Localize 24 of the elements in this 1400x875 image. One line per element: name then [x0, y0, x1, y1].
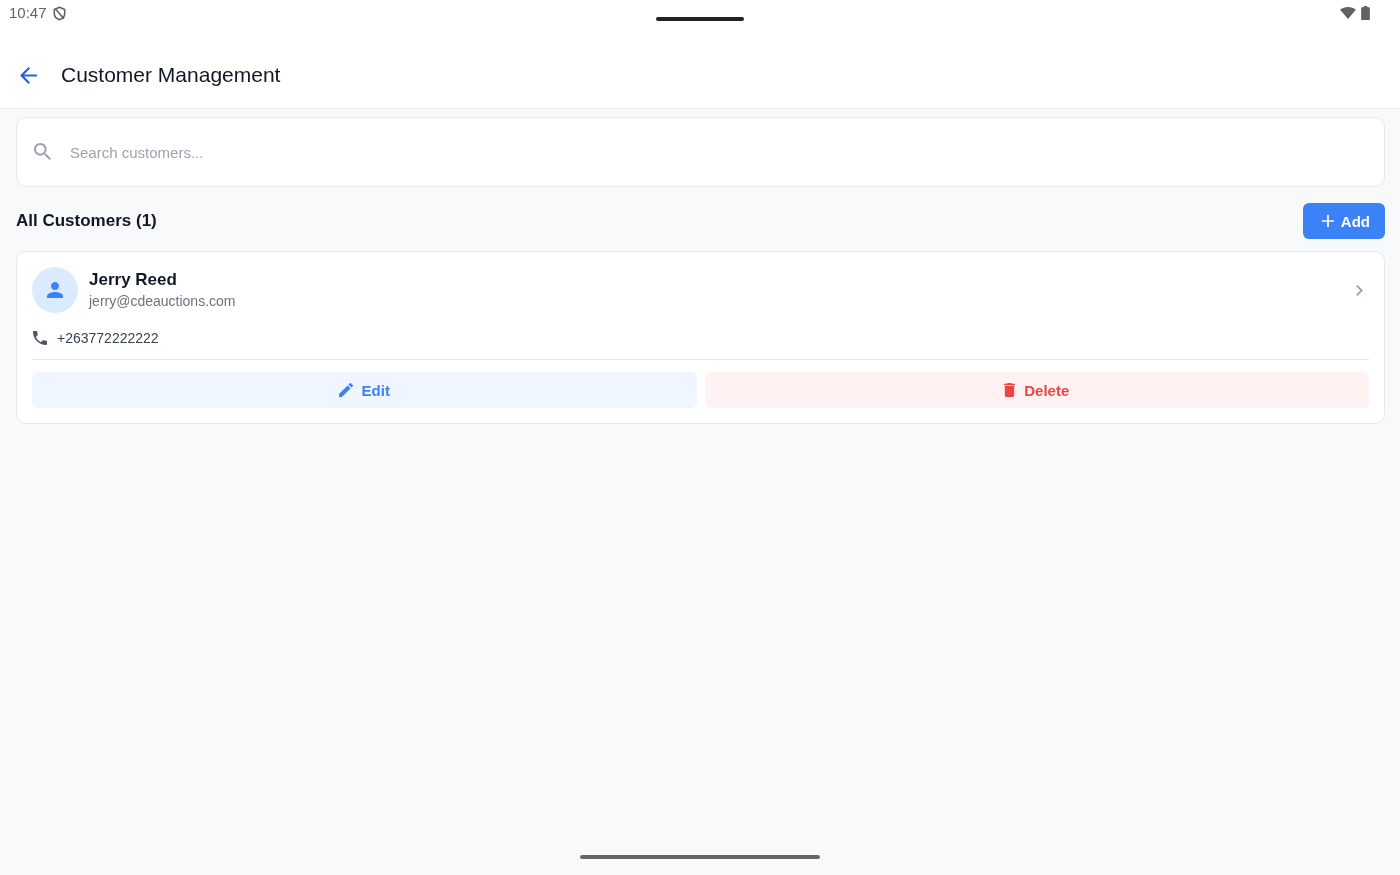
- page-title: Customer Management: [61, 62, 281, 88]
- section-heading: All Customers (1): [16, 211, 157, 231]
- add-button[interactable]: Add: [1302, 203, 1385, 239]
- trash-icon: [1004, 383, 1016, 397]
- phone-icon: [33, 331, 47, 345]
- battery-icon: [1361, 6, 1370, 20]
- shield-icon: [52, 5, 66, 21]
- wifi-icon: [1340, 7, 1356, 19]
- back-arrow-icon: [19, 66, 38, 84]
- chevron-right-icon: [1356, 284, 1363, 296]
- pencil-icon: [338, 383, 353, 397]
- search-icon: [34, 143, 51, 160]
- customer-email: jerry@cdeauctions.com: [89, 292, 237, 311]
- search-field[interactable]: Search customers...: [16, 117, 1385, 187]
- avatar-icon: [32, 267, 78, 313]
- delete-button[interactable]: Delete: [704, 372, 1369, 408]
- customer-phone: +263772222222: [57, 330, 159, 346]
- edit-button[interactable]: Edit: [32, 372, 697, 408]
- plus-icon: [1321, 215, 1334, 227]
- gesture-bar-icon: [580, 855, 820, 859]
- customer-name: Jerry Reed: [89, 269, 178, 291]
- clock-time: 10:47: [9, 4, 47, 22]
- top-pill-icon: [656, 17, 744, 21]
- customer-card[interactable]: Jerry Reed jerry@cdeauctions.com +263772222222 Edit Delete: [16, 251, 1385, 424]
